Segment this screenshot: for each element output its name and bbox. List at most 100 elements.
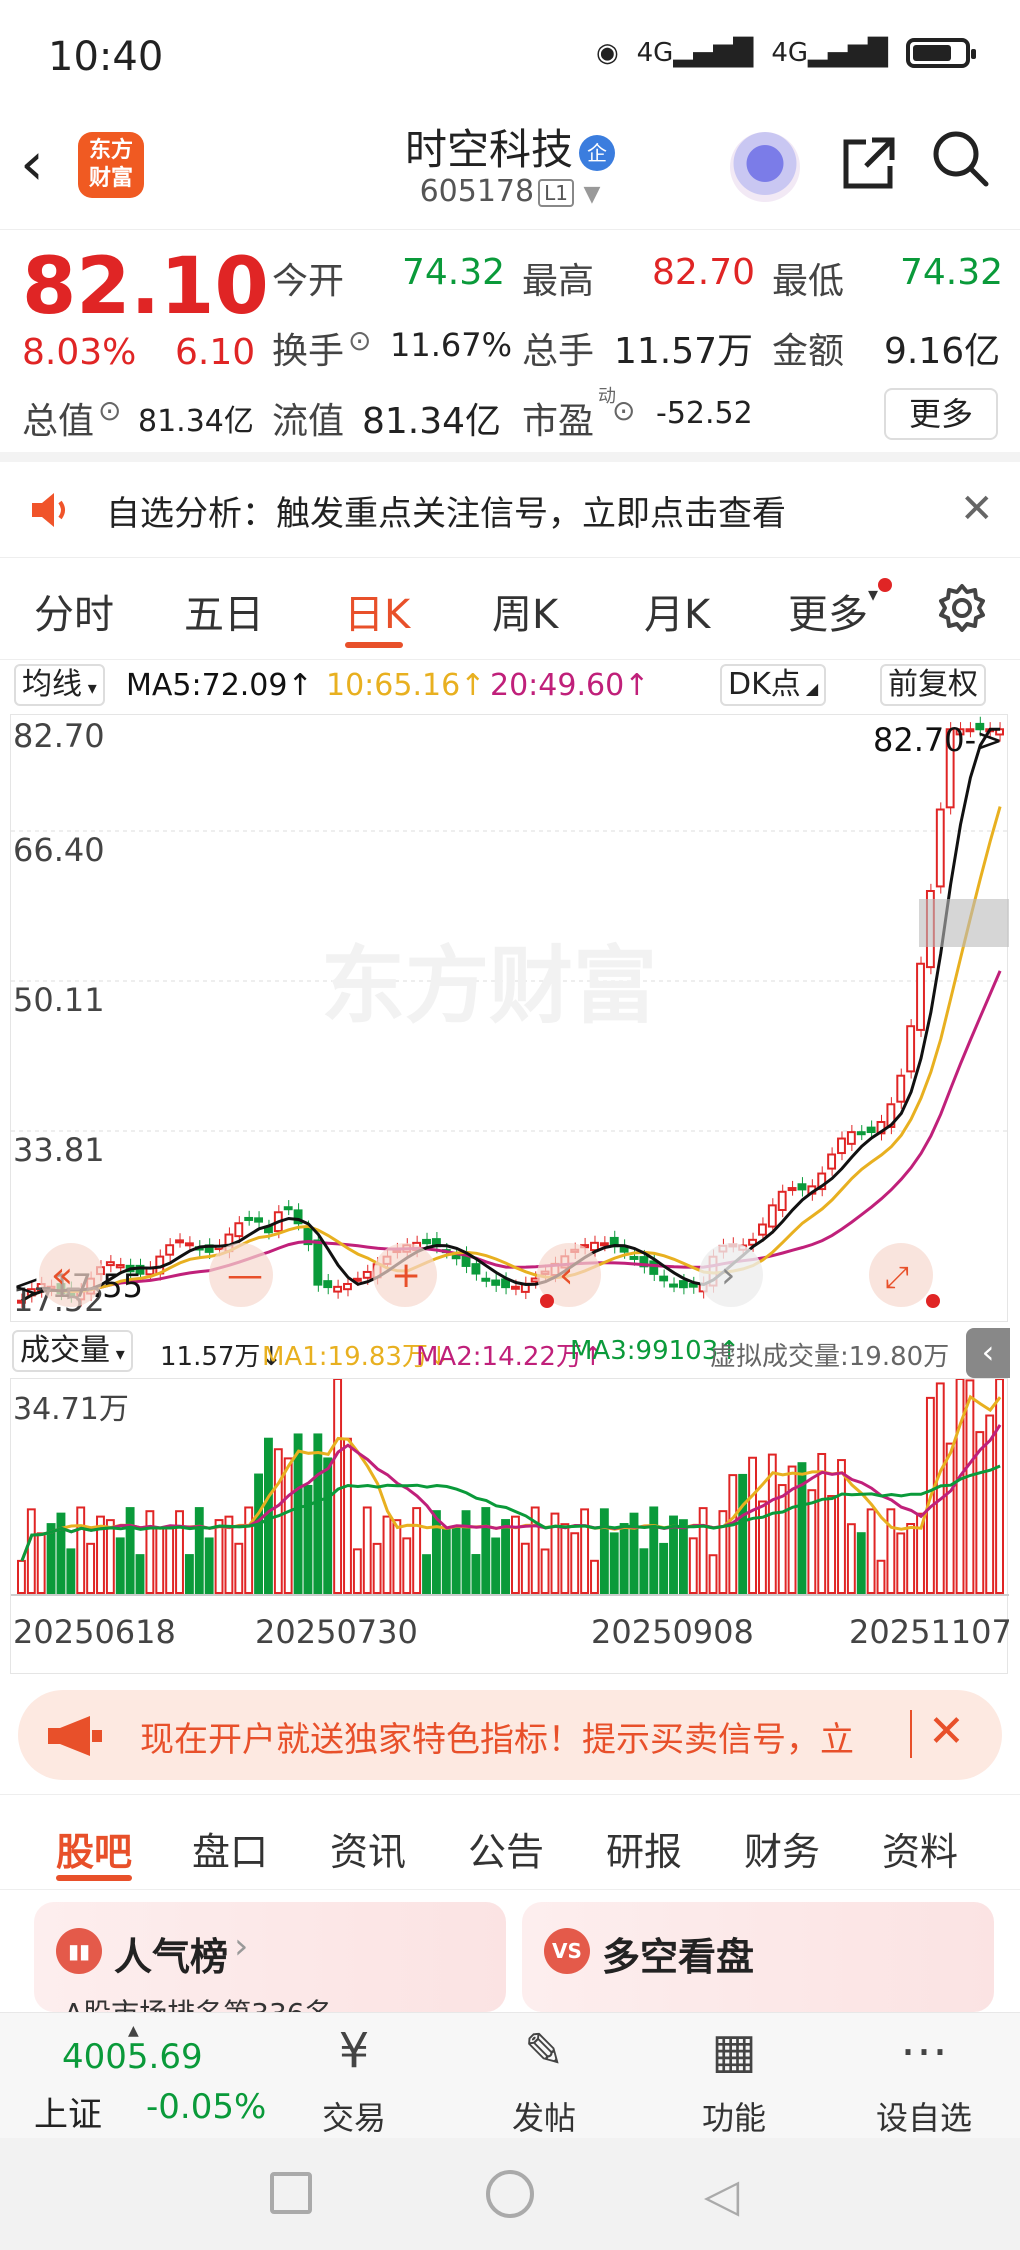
volume-bar bbox=[392, 1519, 402, 1595]
promo-banner[interactable]: 现在开户就送独家特色指标！提示买卖信号，立 ✕ bbox=[18, 1690, 1002, 1780]
candle-body bbox=[362, 1270, 372, 1279]
back-triangle-icon[interactable]: ◁ bbox=[704, 2168, 739, 2222]
tab-forum[interactable]: 股吧 bbox=[56, 1821, 132, 1876]
volume-bar bbox=[244, 1506, 254, 1594]
home-icon[interactable] bbox=[486, 2170, 534, 2218]
tab-research[interactable]: 研报 bbox=[606, 1821, 682, 1876]
edit-post-icon[interactable]: ✎ bbox=[474, 2023, 614, 2079]
more-dots-icon[interactable]: ⋯ bbox=[854, 2023, 994, 2079]
search-icon[interactable] bbox=[930, 128, 990, 188]
function-grid-icon[interactable]: ▦ bbox=[664, 2023, 804, 2079]
volume-bar bbox=[155, 1527, 165, 1594]
volume-bar bbox=[698, 1507, 708, 1594]
expand-icon: ⤢ bbox=[885, 1260, 909, 1295]
kline-chart[interactable]: 东方财富 82.70 66.40 50.11 33.81 17.52 82.70… bbox=[10, 714, 1009, 1322]
info-tabs: 股吧 盘口 资讯 公告 研报 财务 资料 bbox=[0, 1794, 1020, 1890]
volume-bar bbox=[580, 1508, 590, 1594]
tab-intraday[interactable]: 分时 bbox=[34, 582, 114, 640]
volume-bar bbox=[955, 1378, 965, 1594]
candle-body bbox=[234, 1222, 244, 1238]
index-value: 4005.69 bbox=[62, 2037, 203, 2077]
adjust-dropdown[interactable]: 前复权 bbox=[880, 664, 986, 706]
high-value: 82.70 bbox=[652, 252, 756, 293]
share-icon[interactable] bbox=[838, 134, 898, 207]
volume-chart[interactable]: 34.71万 20250618 20250730 20250908 202511… bbox=[10, 1378, 1012, 1674]
bull-bear-title: 多空看盘 bbox=[602, 1935, 755, 1979]
volume-bar bbox=[471, 1554, 481, 1594]
caret-down-icon: ▼ bbox=[583, 182, 601, 207]
info-dots-icon-2[interactable]: ⊙ bbox=[98, 394, 121, 427]
active-tab-underline bbox=[56, 1875, 132, 1881]
mcap-value: 81.34亿 bbox=[138, 404, 254, 439]
candle-body bbox=[669, 1283, 678, 1288]
volume-bar bbox=[352, 1548, 362, 1594]
nav-function[interactable]: 功能 bbox=[664, 2093, 804, 2139]
ma-type-dropdown[interactable]: 均线 ▾ bbox=[14, 664, 105, 706]
y-label-2: 66.40 bbox=[13, 831, 105, 869]
tab-monthly-k[interactable]: 月K bbox=[644, 582, 710, 640]
settings-gear-icon[interactable] bbox=[936, 582, 988, 638]
volume-type-dropdown[interactable]: 成交量 ▾ bbox=[12, 1330, 133, 1372]
more-button[interactable]: 更多 bbox=[884, 388, 998, 440]
ai-assistant-icon[interactable] bbox=[730, 132, 800, 202]
volume-bar bbox=[412, 1507, 422, 1594]
recent-apps-icon[interactable] bbox=[270, 2172, 312, 2214]
minus-icon: — bbox=[227, 1255, 263, 1296]
volume-bar bbox=[501, 1519, 510, 1594]
tab-more[interactable]: 更多▾ bbox=[788, 582, 878, 640]
caret-up-icon: ▲ bbox=[128, 2023, 139, 2039]
volume-value: 11.57万 bbox=[614, 331, 754, 372]
info-dots-icon[interactable]: ⊙ bbox=[348, 324, 371, 357]
dk-point-dropdown[interactable]: DK点 ◢ bbox=[720, 664, 827, 706]
volume-bar bbox=[846, 1523, 856, 1594]
close-icon[interactable]: ✕ bbox=[960, 486, 994, 532]
plus-icon: + bbox=[391, 1255, 421, 1296]
chart-bars-icon: ▮▮ bbox=[56, 1928, 102, 1974]
info-dots-icon-3[interactable]: ⊙ bbox=[612, 394, 635, 427]
volume-bar bbox=[787, 1465, 797, 1594]
y-label-3: 50.11 bbox=[13, 981, 105, 1019]
popularity-card[interactable]: ▮▮ 人气榜 › A股市场排名第336名 bbox=[34, 1902, 506, 2030]
index-change: -0.05% bbox=[146, 2087, 267, 2127]
volume-bar bbox=[135, 1554, 145, 1594]
index-name[interactable]: 上证 bbox=[34, 2087, 102, 2136]
tab-daily-k[interactable]: 日K bbox=[344, 582, 410, 640]
tab-news[interactable]: 资讯 bbox=[330, 1821, 406, 1876]
trade-yen-icon[interactable]: ¥ bbox=[284, 2023, 424, 2079]
volume-bar bbox=[145, 1510, 155, 1594]
collapse-panel-button[interactable]: ‹ bbox=[966, 1328, 1010, 1378]
notice-banner[interactable]: 自选分析：触发重点关注信号，立即点击查看 ✕ bbox=[0, 462, 1020, 558]
change-percent: 8.03% bbox=[22, 332, 137, 373]
candle-body bbox=[313, 1239, 323, 1286]
volume-label: 总手 bbox=[522, 331, 595, 372]
ma5-value: MA5:72.09↑ bbox=[126, 668, 313, 703]
candle-body bbox=[165, 1244, 175, 1256]
low-value: 74.32 bbox=[900, 252, 1004, 293]
volume-bar bbox=[708, 1554, 718, 1595]
status-icons: ◉ 4G▂▄▆█ 4G▂▄▆█ bbox=[596, 38, 976, 68]
tab-orderbook[interactable]: 盘口 bbox=[192, 1821, 268, 1876]
nav-post[interactable]: 发帖 bbox=[474, 2093, 614, 2139]
tab-profile[interactable]: 资料 bbox=[882, 1821, 958, 1876]
volume-bar bbox=[975, 1431, 985, 1595]
nav-trade[interactable]: 交易 bbox=[284, 2093, 424, 2139]
candle-body bbox=[846, 1131, 856, 1145]
tab-announcements[interactable]: 公告 bbox=[468, 1821, 544, 1876]
bull-bear-card[interactable]: VS 多空看盘 bbox=[522, 1902, 994, 2012]
date-label-4: 20251107 bbox=[849, 1613, 1009, 1651]
date-label-3: 20250908 bbox=[591, 1613, 754, 1651]
candle-body bbox=[599, 1242, 609, 1247]
nav-add-watchlist[interactable]: 设自选 bbox=[854, 2093, 994, 2139]
volume-bar bbox=[441, 1527, 451, 1594]
tab-weekly-k[interactable]: 周K bbox=[492, 582, 558, 640]
tab-finance[interactable]: 财务 bbox=[744, 1821, 820, 1876]
close-icon[interactable]: ✕ bbox=[928, 1706, 965, 1757]
volume-bar bbox=[777, 1484, 787, 1594]
ma10-value: 10:65.16↑ bbox=[326, 668, 486, 703]
volume-bar bbox=[906, 1523, 916, 1594]
candle-body bbox=[254, 1217, 263, 1223]
tab-five-day[interactable]: 五日 bbox=[184, 582, 264, 640]
candle-body bbox=[916, 962, 925, 1031]
chevron-right-icon: › bbox=[721, 1255, 735, 1296]
volume-bar bbox=[451, 1527, 461, 1595]
